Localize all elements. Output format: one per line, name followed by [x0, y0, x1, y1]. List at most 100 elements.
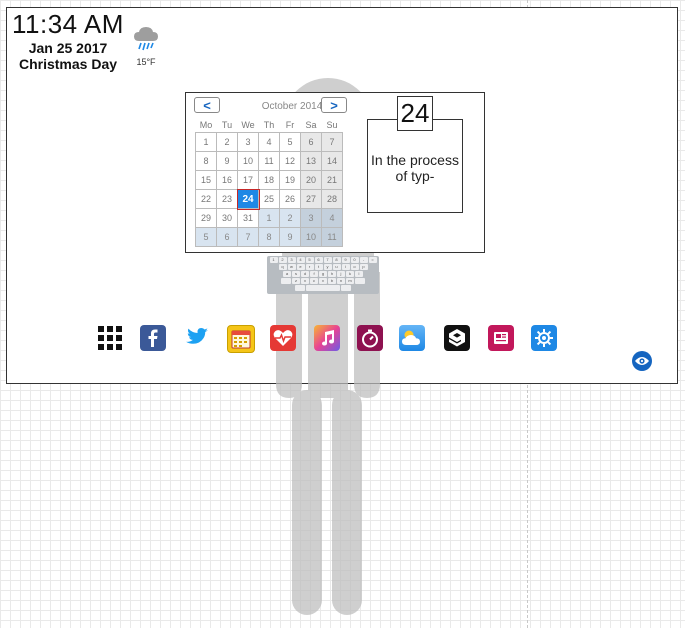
- health-app-button[interactable]: [270, 325, 296, 351]
- calendar-day-next-month[interactable]: 2: [279, 208, 301, 228]
- keyboard-key[interactable]: 2: [278, 257, 287, 263]
- keyboard-key[interactable]: b: [328, 278, 336, 284]
- calendar-day[interactable]: 29: [195, 208, 217, 228]
- news-app-button[interactable]: [488, 325, 514, 351]
- mode-key[interactable]: [295, 285, 305, 291]
- note-card[interactable]: In the process of typ-: [367, 119, 463, 213]
- prev-month-button[interactable]: <: [194, 97, 220, 113]
- calendar-day[interactable]: 15: [195, 170, 217, 190]
- keyboard-key[interactable]: h: [328, 271, 336, 277]
- calendar-day[interactable]: 20: [300, 170, 322, 190]
- calendar-day-next-month[interactable]: 5: [195, 227, 217, 247]
- keyboard-key[interactable]: 5: [305, 257, 314, 263]
- calendar-day[interactable]: 14: [321, 151, 343, 171]
- backspace-key[interactable]: [355, 278, 365, 284]
- calendar-day[interactable]: 26: [279, 189, 301, 209]
- calendar-day[interactable]: 10: [237, 151, 259, 171]
- keyboard-key[interactable]: m: [346, 278, 354, 284]
- calendar-day-next-month[interactable]: 3: [300, 208, 322, 228]
- keyboard-key[interactable]: 0: [350, 257, 359, 263]
- keyboard-key[interactable]: x: [301, 278, 309, 284]
- keyboard-key[interactable]: 4: [296, 257, 305, 263]
- calendar-day[interactable]: 9: [216, 151, 238, 171]
- facebook-button[interactable]: [140, 325, 166, 351]
- keyboard-key[interactable]: 9: [341, 257, 350, 263]
- keyboard-key[interactable]: r: [305, 264, 314, 270]
- calendar-day[interactable]: 5: [279, 132, 301, 152]
- keyboard-key[interactable]: t: [314, 264, 323, 270]
- calendar-day[interactable]: 6: [300, 132, 322, 152]
- keyboard-key[interactable]: e: [296, 264, 305, 270]
- calendar-day-next-month[interactable]: 10: [300, 227, 322, 247]
- keyboard-key[interactable]: j: [337, 271, 345, 277]
- weather-app-button[interactable]: [399, 325, 425, 351]
- keyboard-key[interactable]: 8: [332, 257, 341, 263]
- keyboard-key[interactable]: u: [332, 264, 341, 270]
- music-app-button[interactable]: [314, 325, 340, 351]
- keyboard-key[interactable]: 1: [269, 257, 278, 263]
- keyboard-key[interactable]: z: [292, 278, 300, 284]
- twitter-button[interactable]: [184, 325, 210, 351]
- calendar-day[interactable]: 28: [321, 189, 343, 209]
- keyboard-key[interactable]: 3: [287, 257, 296, 263]
- calendar-day[interactable]: 22: [195, 189, 217, 209]
- calendar-day[interactable]: 27: [300, 189, 322, 209]
- calendar-day[interactable]: 16: [216, 170, 238, 190]
- keyboard-key[interactable]: i: [341, 264, 350, 270]
- keyboard-key[interactable]: s: [292, 271, 300, 277]
- keyboard-key[interactable]: 7: [323, 257, 332, 263]
- calendar-day[interactable]: 17: [237, 170, 259, 190]
- keyboard-key[interactable]: =: [368, 257, 377, 263]
- enter-key[interactable]: [341, 285, 351, 291]
- keyboard-key[interactable]: v: [319, 278, 327, 284]
- keyboard-key[interactable]: p: [359, 264, 368, 270]
- timer-app-button[interactable]: [357, 325, 383, 351]
- apps-grid-button[interactable]: [97, 325, 123, 351]
- calendar-day[interactable]: 7: [321, 132, 343, 152]
- keyboard-key[interactable]: c: [310, 278, 318, 284]
- calendar-day-next-month[interactable]: 4: [321, 208, 343, 228]
- calendar-day[interactable]: 19: [279, 170, 301, 190]
- space-key[interactable]: [306, 285, 340, 291]
- calendar-day[interactable]: 8: [195, 151, 217, 171]
- calendar-day-next-month[interactable]: 9: [279, 227, 301, 247]
- keyboard-key[interactable]: q: [278, 264, 287, 270]
- keyboard-key[interactable]: w: [287, 264, 296, 270]
- shift-key[interactable]: [281, 278, 291, 284]
- keyboard-key[interactable]: 6: [314, 257, 323, 263]
- calendar-day[interactable]: 1: [195, 132, 217, 152]
- calendar-day-next-month[interactable]: 7: [237, 227, 259, 247]
- next-month-button[interactable]: >: [321, 97, 347, 113]
- keyboard-key[interactable]: f: [310, 271, 318, 277]
- calendar-day[interactable]: 23: [216, 189, 238, 209]
- calendar-day-selected[interactable]: 24: [236, 188, 260, 210]
- calendar-day-next-month[interactable]: 1: [258, 208, 280, 228]
- keyboard-key[interactable]: l: [355, 271, 363, 277]
- calendar-day-next-month[interactable]: 6: [216, 227, 238, 247]
- calendar-day[interactable]: 2: [216, 132, 238, 152]
- nine-gag-button[interactable]: [444, 325, 470, 351]
- visibility-toggle-button[interactable]: [632, 351, 652, 371]
- calendar-day[interactable]: 4: [258, 132, 280, 152]
- calendar-day[interactable]: 25: [258, 189, 280, 209]
- calendar-day[interactable]: 13: [300, 151, 322, 171]
- keyboard-key[interactable]: g: [319, 271, 327, 277]
- keyboard-key[interactable]: o: [350, 264, 359, 270]
- keyboard-key[interactable]: a: [283, 271, 291, 277]
- calendar-day[interactable]: 3: [237, 132, 259, 152]
- keyboard-key[interactable]: y: [323, 264, 332, 270]
- calendar-day-next-month[interactable]: 11: [321, 227, 343, 247]
- calendar-day[interactable]: 30: [216, 208, 238, 228]
- calendar-day[interactable]: 21: [321, 170, 343, 190]
- calendar-day-next-month[interactable]: 8: [258, 227, 280, 247]
- keyboard-key[interactable]: n: [337, 278, 345, 284]
- calendar-day[interactable]: 12: [279, 151, 301, 171]
- keyboard-key[interactable]: k: [346, 271, 354, 277]
- calendar-app-button[interactable]: [227, 325, 255, 353]
- calendar-day[interactable]: 11: [258, 151, 280, 171]
- settings-app-button[interactable]: [531, 325, 557, 351]
- calendar-day[interactable]: 31: [237, 208, 259, 228]
- calendar-day[interactable]: 18: [258, 170, 280, 190]
- keyboard-key[interactable]: -: [359, 257, 368, 263]
- keyboard-key[interactable]: d: [301, 271, 309, 277]
